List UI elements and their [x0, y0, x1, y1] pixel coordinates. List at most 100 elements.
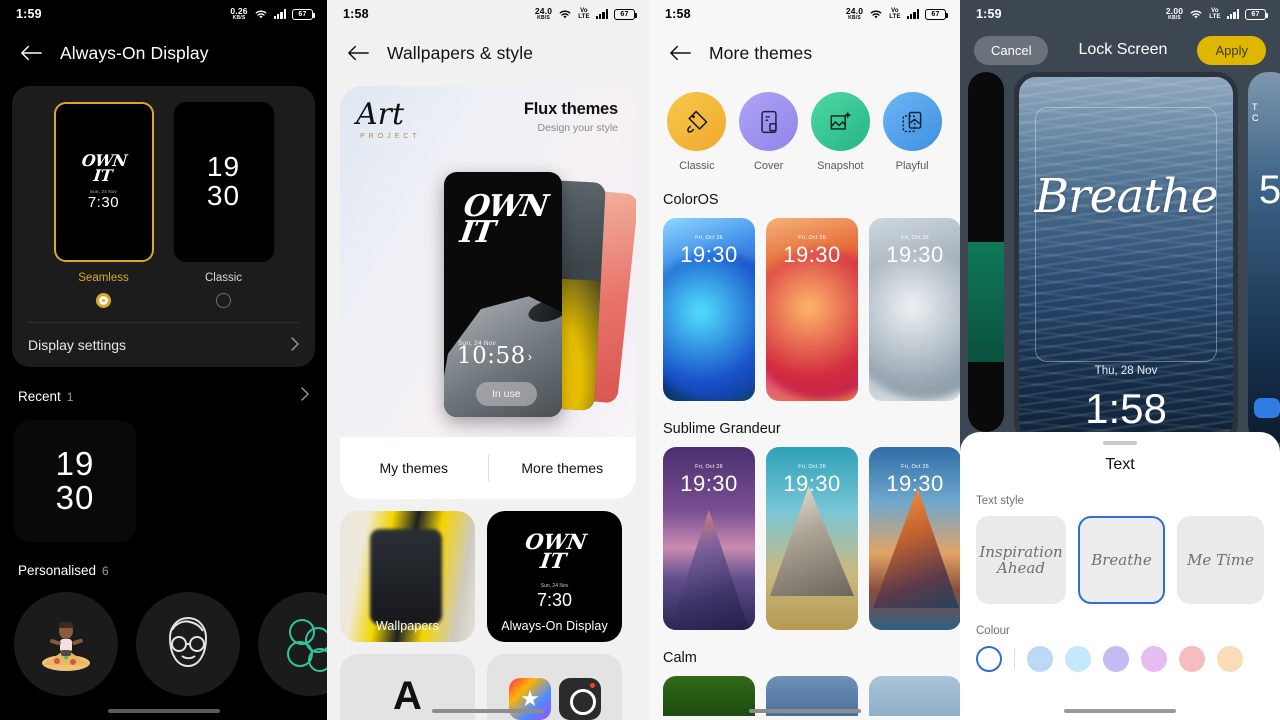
section-title-calm: Calm [663, 650, 697, 666]
art-logo-mark: Art [356, 97, 405, 132]
back-arrow-icon[interactable] [669, 44, 691, 62]
volte-icon: Vo LTE [1209, 8, 1221, 20]
aod-option-classic[interactable]: 19 30 Classic [173, 102, 274, 308]
colour-divider [1014, 649, 1015, 669]
header: Wallpapers & style [327, 28, 649, 78]
status-time: 1:58 [343, 7, 369, 21]
status-time: 1:59 [16, 7, 42, 21]
avatar-face-line-art[interactable] [136, 592, 240, 696]
tile-wallpapers[interactable]: Wallpapers [340, 511, 475, 642]
back-arrow-icon[interactable] [20, 44, 42, 62]
aod-option-label: Classic [204, 272, 243, 284]
panel-always-on-display: 1:59 0.26 KB/S 67 Always-On Display OWN … [0, 0, 327, 720]
wallpaper-thumb[interactable]: Fri, Oct 26 19:30 [766, 218, 858, 401]
display-settings-label: Display settings [28, 337, 127, 353]
category-classic[interactable]: Classic [664, 92, 730, 172]
tile-time: 7:30 [536, 590, 573, 610]
wallpaper-thumb[interactable]: Fri, Oct 26 19:30 [869, 447, 960, 630]
personalised-label: Personalised [18, 563, 97, 578]
lockscreen-preview-previous[interactable] [968, 72, 1004, 432]
wallpaper-row-coloros: Fri, Oct 26 19:30 Fri, Oct 26 19:30 Fri,… [649, 208, 960, 401]
category-snapshot[interactable]: Snapshot [807, 92, 873, 172]
personalised-avatar-row [0, 592, 327, 696]
tab-more-themes[interactable]: More themes [489, 460, 637, 476]
tag-brush-icon [667, 92, 727, 151]
text-style-label: Text style [976, 495, 1024, 507]
colour-swatch-lavender[interactable] [1103, 646, 1129, 672]
volte-icon: Vo LTE [578, 8, 590, 20]
wallpaper-thumb[interactable]: Fri, Oct 26 19:30 [869, 218, 960, 401]
colour-swatch-white[interactable] [976, 646, 1002, 672]
banner-tabs: My themes More themes [340, 437, 636, 499]
wallpaper-time: 19:30 [783, 242, 841, 267]
front-card-line2: IT [457, 215, 497, 251]
colour-swatch-sky[interactable] [1065, 646, 1091, 672]
category-label: Classic [679, 160, 715, 172]
category-cover[interactable]: Cover [736, 92, 802, 172]
preview-time: 7:30 [87, 193, 120, 211]
tab-my-themes[interactable]: My themes [340, 460, 488, 476]
home-indicator [1064, 709, 1176, 713]
tile-line2: IT [538, 547, 568, 573]
apply-button[interactable]: Apply [1197, 35, 1266, 65]
lockscreen-preview-next[interactable]: TC 5 [1248, 72, 1280, 444]
text-selection-box[interactable] [1035, 107, 1217, 362]
tile-caption: Always-On Display [501, 619, 608, 633]
stacked-cards-icon [882, 92, 942, 151]
editor-toolbar: Cancel Lock Screen Apply [960, 28, 1280, 72]
sheet-grabber[interactable] [1103, 441, 1137, 445]
status-bar: 1:59 0.26 KB/S 67 [0, 0, 327, 28]
colour-swatch-peach[interactable] [1217, 646, 1243, 672]
radio-classic[interactable] [216, 293, 231, 308]
colour-swatch-row [960, 637, 1280, 672]
aod-preview-seamless[interactable]: OWN IT Sun, 24 Nov 7:30 [53, 102, 154, 262]
page-title: Always-On Display [60, 42, 209, 63]
category-label: Cover [753, 160, 784, 172]
wallpaper-thumb[interactable]: Fri, Oct 26 19:30 [663, 218, 755, 401]
lockscreen-text[interactable]: Breathe [1019, 169, 1233, 224]
category-playful[interactable]: Playful [879, 92, 945, 172]
avatar-green-floral[interactable] [258, 592, 327, 696]
chevron-right-icon: › [527, 348, 533, 364]
status-time: 1:58 [665, 7, 691, 21]
aod-preview-classic[interactable]: 19 30 [173, 102, 274, 262]
lockscreen-preview-current[interactable]: Breathe Thu, 28 Nov 1:58 [1014, 72, 1238, 444]
section-title-sublime-grandeur: Sublime Grandeur [663, 421, 781, 437]
display-settings-row[interactable]: Display settings [26, 323, 301, 367]
battery-icon: 67 [292, 8, 316, 20]
flux-themes-banner[interactable]: Art PROJECT Flux themes Design your styl… [340, 86, 636, 499]
banner-subheading: Design your style [537, 122, 618, 134]
battery-icon: 67 [1245, 8, 1269, 20]
colour-swatch-salmon[interactable] [1179, 646, 1205, 672]
wallpaper-thumb[interactable] [663, 676, 755, 716]
text-style-inspiration-ahead[interactable]: Inspiration Ahead [976, 516, 1066, 604]
colour-swatch-pink-violet[interactable] [1141, 646, 1167, 672]
aod-option-seamless[interactable]: OWN IT Sun, 24 Nov 7:30 Seamless [53, 102, 154, 308]
wallpaper-thumb[interactable]: Fri, Oct 26 19:30 [663, 447, 755, 630]
signal-bars-icon [906, 9, 919, 19]
avatar-pizza-surfer[interactable] [14, 592, 118, 696]
wallpaper-thumb[interactable]: Fri, Oct 26 19:30 [766, 447, 858, 630]
wifi-icon [254, 9, 268, 20]
preview-hours: 19 [206, 151, 241, 183]
radio-seamless[interactable] [96, 293, 111, 308]
text-style-breathe[interactable]: Breathe [1078, 516, 1166, 604]
colour-swatch-light-blue[interactable] [1027, 646, 1053, 672]
battery-icon: 67 [614, 8, 638, 20]
theme-category-row: Classic Cover Snapshot Playful [649, 78, 960, 172]
chevron-right-icon[interactable] [301, 387, 309, 406]
recent-section-header[interactable]: Recent 1 [0, 387, 327, 406]
font-glyph: A [393, 674, 422, 718]
wallpaper-thumb[interactable] [869, 676, 960, 716]
page-title: More themes [709, 42, 813, 63]
cancel-button[interactable]: Cancel [974, 35, 1049, 65]
signal-bars-icon [595, 9, 608, 19]
recent-aod-tile[interactable]: 19 30 [14, 420, 136, 542]
preview-minutes: 30 [206, 180, 241, 211]
text-style-me-time[interactable]: Me Time [1177, 516, 1264, 604]
home-indicator [432, 709, 544, 713]
banner-heading: Flux themes [523, 100, 618, 118]
back-arrow-icon[interactable] [347, 44, 369, 62]
theme-card-front[interactable]: OWN IT Sun, 24 Nov 10:58 › In use [444, 172, 562, 417]
tile-always-on-display[interactable]: OWN IT Sun, 24 Nov 7:30 Always-On Displa… [487, 511, 622, 642]
